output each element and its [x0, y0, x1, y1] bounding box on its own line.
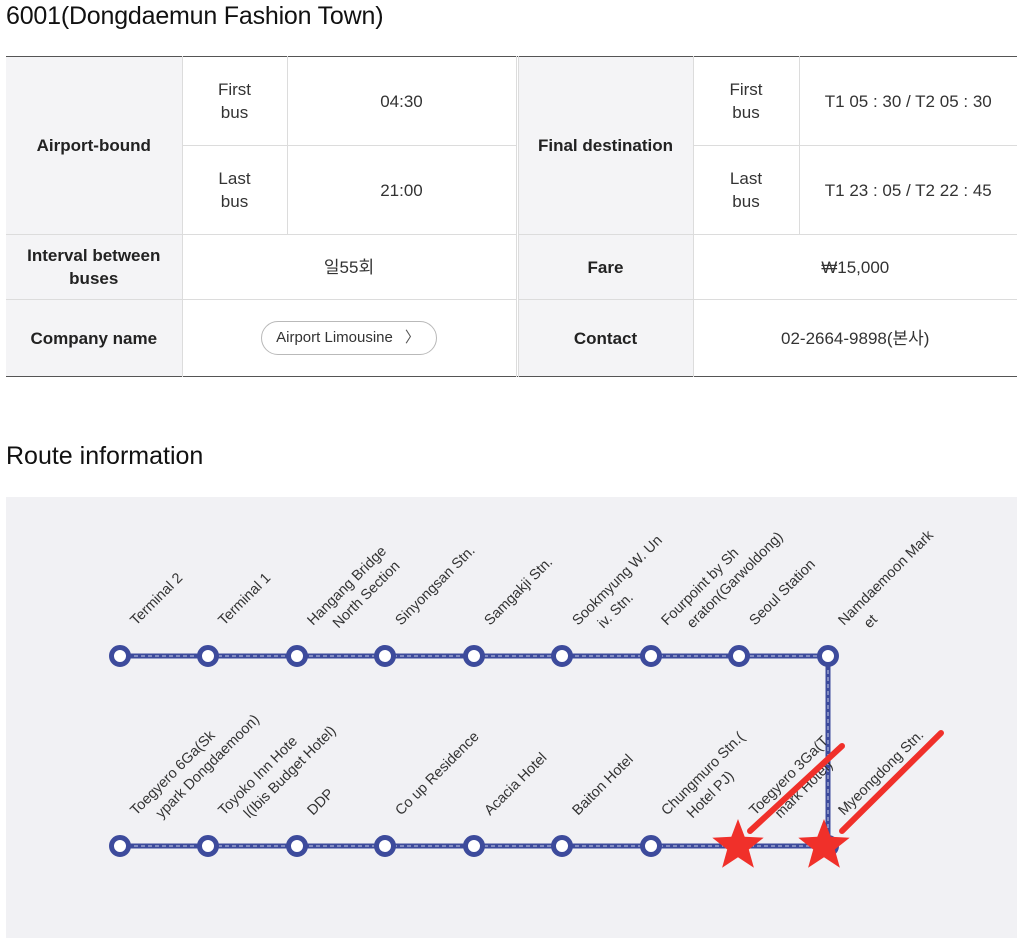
stop-marker	[286, 645, 308, 667]
airport-limousine-button[interactable]: Airport Limousine 〉	[261, 321, 437, 355]
route-map: Terminal 2 Terminal 1 Hangang BridgeNorth …	[6, 497, 1017, 938]
destination-first-bus-time: T1 05 : 30 / T2 05 : 30	[798, 56, 1017, 146]
stop-marker	[640, 835, 662, 857]
airport-first-bus-time: 04:30	[286, 56, 517, 146]
route-info-table: Airport-bound First bus 04:30 Final desti…	[6, 56, 1017, 377]
stop-label: Sookmyung W. Univ. Stn.	[570, 533, 680, 643]
interval-header: Interval between buses	[6, 234, 183, 300]
fare-value: ₩15,000	[692, 234, 1017, 300]
highlight-slash	[839, 730, 944, 834]
stop-marker	[109, 835, 131, 857]
star-icon	[798, 819, 850, 868]
company-button-label: Airport Limousine	[276, 329, 393, 346]
stop-label: Samgakji Stn.	[482, 554, 557, 629]
stop-label: Acacia Hotel	[482, 750, 551, 819]
contact-header: Contact	[517, 299, 694, 377]
stop-marker	[197, 645, 219, 667]
company-cell: Airport Limousine 〉	[181, 299, 517, 377]
stop-marker	[551, 835, 573, 857]
stop-label: Myeongdong Stn.	[836, 727, 928, 819]
stop-marker	[463, 645, 485, 667]
first-bus-label: First bus	[181, 56, 288, 146]
stop-marker	[197, 835, 219, 857]
last-bus-label: Last bus	[692, 145, 800, 235]
chevron-right-icon: 〉	[404, 329, 420, 346]
stop-label: Namdaemoon Market	[836, 527, 952, 643]
stop-label: Toyoko Inn Hotel(Ibis Budget Hotel)	[216, 709, 340, 833]
stop-label: Sinyongsan Stn.	[393, 543, 479, 629]
stop-label: Hangang BridgeNorth Section	[305, 543, 405, 643]
interval-value: 일55회	[181, 234, 517, 300]
final-destination-header: Final destination	[517, 56, 694, 235]
stop-marker	[109, 645, 131, 667]
stop-label: Terminal 2	[128, 570, 187, 629]
first-bus-label: First bus	[692, 56, 800, 146]
stop-label: Co up Residence	[393, 729, 483, 819]
stop-marker	[728, 645, 750, 667]
stop-marker	[463, 835, 485, 857]
contact-value: 02-2664-9898(본사)	[692, 299, 1017, 377]
stop-label: DDP	[305, 786, 338, 819]
stop-label: Terminal 1	[216, 570, 275, 629]
route-information-title: Route information	[6, 442, 204, 470]
fare-header: Fare	[517, 234, 694, 300]
stop-label: Chungmuro Stn.(Hotel PJ)	[659, 729, 763, 833]
stop-marker	[286, 835, 308, 857]
page-title: 6001(Dongdaemun Fashion Town)	[6, 2, 384, 30]
stop-marker	[374, 645, 396, 667]
route-diagram: Terminal 2 Terminal 1 Hangang BridgeNorth …	[109, 515, 952, 868]
airport-last-bus-time: 21:00	[286, 145, 517, 235]
stop-marker	[817, 645, 839, 667]
stop-label: Baiton Hotel	[570, 752, 637, 819]
stop-marker	[374, 835, 396, 857]
airport-bound-header: Airport-bound	[6, 56, 183, 235]
company-header: Company name	[6, 299, 183, 377]
stop-label: Fourpoint by Sheraton(Garwoldong)	[659, 515, 787, 643]
stop-marker	[640, 645, 662, 667]
destination-last-bus-time: T1 23 : 05 / T2 22 : 45	[798, 145, 1017, 235]
stop-marker	[551, 645, 573, 667]
last-bus-label: Last bus	[182, 145, 288, 235]
